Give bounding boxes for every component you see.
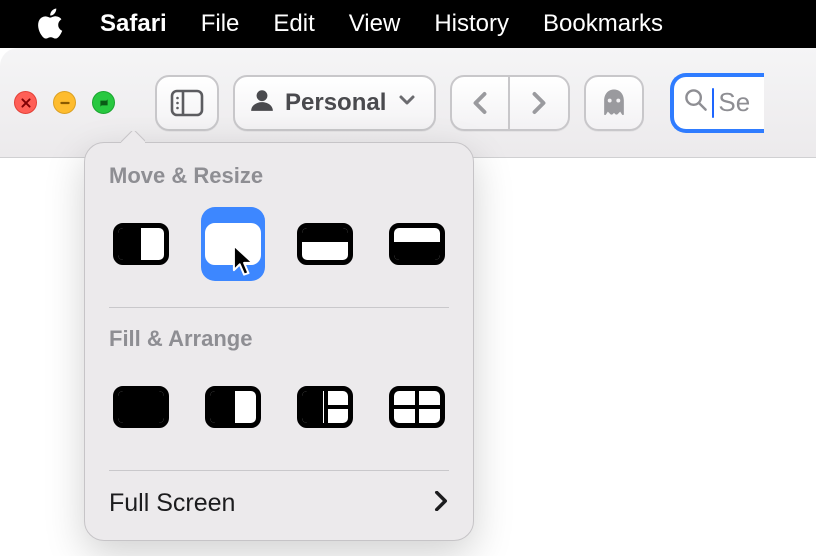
tile-snap-left[interactable]	[109, 207, 173, 281]
full-screen-row[interactable]: Full Screen	[85, 489, 473, 540]
full-screen-label: Full Screen	[109, 489, 235, 518]
tile-snap-right[interactable]	[201, 207, 265, 281]
menubar-item-history[interactable]: History	[434, 10, 509, 38]
menubar-item-bookmarks[interactable]: Bookmarks	[543, 10, 663, 38]
profile-selector-button[interactable]: Personal	[233, 75, 436, 131]
search-icon	[684, 88, 708, 117]
profile-label: Personal	[285, 89, 386, 117]
tile-fill-screen[interactable]	[109, 370, 173, 444]
tile-arrange-three[interactable]	[293, 370, 357, 444]
fill-arrange-header: Fill & Arrange	[85, 326, 473, 364]
divider	[109, 307, 449, 308]
chevron-down-icon	[398, 91, 416, 114]
close-window-button[interactable]	[14, 91, 37, 114]
tile-snap-top[interactable]	[293, 207, 357, 281]
back-button[interactable]	[450, 75, 510, 131]
traffic-lights	[14, 91, 115, 114]
apple-logo-icon[interactable]	[36, 8, 66, 40]
menubar: Safari File Edit View History Bookmarks	[0, 0, 816, 48]
tile-arrange-quadrants[interactable]	[385, 370, 449, 444]
chevron-right-icon	[433, 491, 449, 516]
move-resize-grid	[85, 201, 473, 301]
menubar-item-edit[interactable]: Edit	[273, 10, 314, 38]
address-search-field[interactable]: Se	[670, 73, 764, 133]
tile-snap-bottom[interactable]	[385, 207, 449, 281]
extension-ghost-button[interactable]	[584, 75, 644, 131]
search-placeholder: Se	[718, 87, 750, 118]
zoom-window-button[interactable]	[92, 91, 115, 114]
fill-arrange-grid	[85, 364, 473, 464]
tile-arrange-left-right[interactable]	[201, 370, 265, 444]
divider	[109, 470, 449, 471]
person-icon	[249, 87, 275, 118]
nav-group	[450, 75, 570, 131]
window-tiling-popover: Move & Resize Fill & Arrange Full Screen	[84, 142, 474, 541]
sidebar-toggle-button[interactable]	[155, 75, 219, 131]
popover-arrow	[121, 131, 145, 143]
menubar-app-name[interactable]: Safari	[100, 10, 167, 38]
forward-button[interactable]	[510, 75, 570, 131]
minimize-window-button[interactable]	[53, 91, 76, 114]
text-caret	[712, 88, 714, 118]
menubar-item-file[interactable]: File	[201, 10, 240, 38]
menubar-item-view[interactable]: View	[349, 10, 401, 38]
move-resize-header: Move & Resize	[85, 163, 473, 201]
